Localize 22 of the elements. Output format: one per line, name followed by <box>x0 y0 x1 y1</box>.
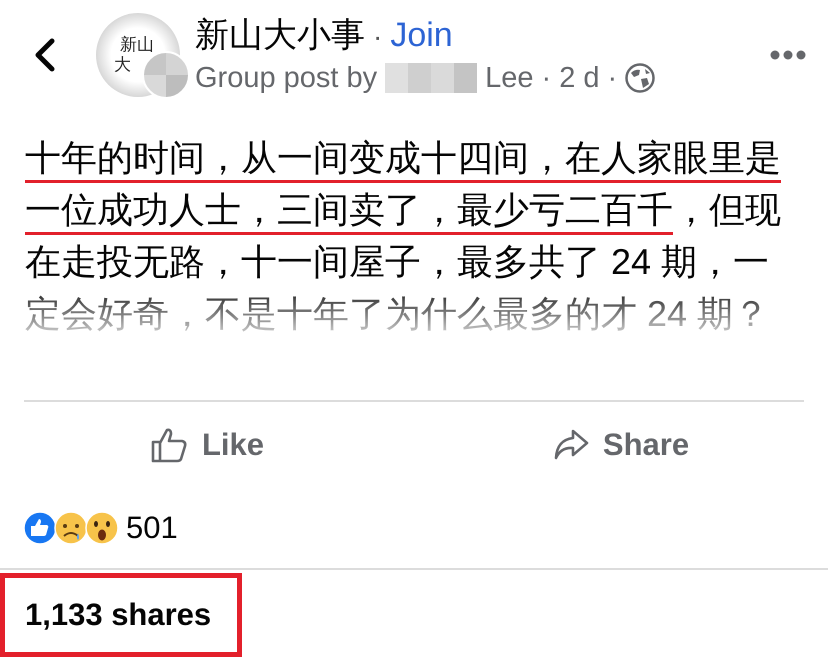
separator-dot: · <box>542 61 552 96</box>
author-name[interactable]: Lee <box>485 60 534 96</box>
join-link[interactable]: Join <box>390 14 453 56</box>
thumbs-up-icon <box>150 426 188 464</box>
share-count[interactable]: 1,133 shares <box>25 597 212 633</box>
separator-dot: · <box>608 61 618 96</box>
like-button[interactable]: Like <box>0 410 414 480</box>
post-text: 十年的时间，从一间变成十四间，在人家眼里是一位成功人士，三间卖了，最少亏二百千，但现在走投无路，十一间屋子，最多共了 24 期，一定会好奇，不是十年了为什么最多的才 24 期？ <box>25 136 782 336</box>
avatar-text: 新山 <box>119 35 155 55</box>
globe-icon <box>625 63 656 93</box>
wow-reaction-icon <box>85 511 119 545</box>
share-arrow-icon <box>552 428 589 462</box>
post-time[interactable]: 2 d <box>559 60 600 96</box>
avatar-text: 大 <box>114 55 132 75</box>
like-reaction-icon <box>23 511 57 545</box>
share-button[interactable]: Share <box>414 410 828 480</box>
more-icon[interactable] <box>770 50 806 60</box>
reaction-count[interactable]: 501 <box>126 510 178 546</box>
sad-reaction-icon <box>54 511 88 545</box>
byline-text: Group post by <box>195 61 378 96</box>
group-name[interactable]: 新山大小事 <box>195 14 365 56</box>
separator-dot: · <box>373 20 382 54</box>
